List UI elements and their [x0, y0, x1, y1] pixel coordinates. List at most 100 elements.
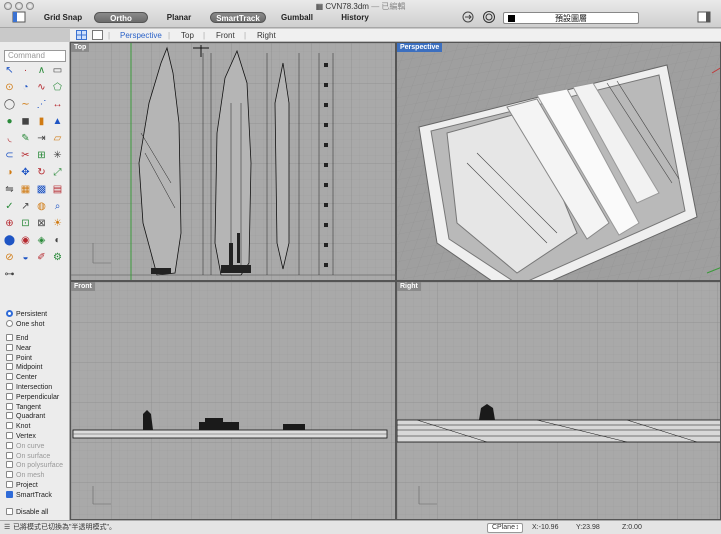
planar-button[interactable]: Planar — [163, 12, 195, 23]
grid-icon[interactable]: ▩ — [35, 183, 48, 196]
disable-all-option[interactable]: Disable all — [6, 508, 48, 518]
osnap-end[interactable]: End — [6, 334, 28, 344]
front-view-drawing — [71, 282, 395, 519]
circle-icon[interactable]: ⊙ — [3, 81, 16, 94]
layer-icon[interactable]: ▤ — [51, 183, 64, 196]
polyline-icon[interactable]: ∧ — [35, 64, 48, 77]
viewport-label-right[interactable]: Right — [397, 282, 421, 291]
top-viewport[interactable]: Top — [70, 42, 396, 281]
checkbox-icon — [6, 402, 13, 410]
osnap-near[interactable]: Near — [6, 343, 31, 354]
cone-icon[interactable]: ▲ — [51, 115, 64, 128]
dimension-icon[interactable]: ↔ — [51, 98, 64, 111]
explode-icon[interactable]: ✳ — [51, 149, 64, 162]
one-shot-option[interactable]: One shot — [6, 320, 44, 330]
tab-front[interactable]: Front — [216, 31, 235, 40]
gear-icon[interactable]: ⚙ — [51, 251, 64, 264]
color-icon[interactable]: ◐ — [51, 234, 64, 247]
osnap-vertex[interactable]: Vertex — [6, 432, 36, 442]
layer-dropdown[interactable]: 預設圖層 — [503, 12, 639, 24]
ortho-button[interactable]: Ortho — [94, 12, 148, 23]
sidebar-toggle-icon[interactable] — [12, 10, 26, 24]
tab-perspective[interactable]: Perspective — [120, 31, 162, 40]
select-arrow-icon[interactable]: ↖ — [3, 64, 16, 77]
zoom-icon[interactable]: ⌕ — [51, 200, 64, 213]
command-input[interactable]: Command — [4, 50, 66, 62]
rectangle-icon[interactable]: ▭ — [51, 64, 64, 77]
offset-icon[interactable]: ⊂ — [3, 149, 16, 162]
smarttrack-button[interactable]: SmartTrack — [210, 12, 266, 23]
coord-z: Z:0.00 — [622, 524, 642, 531]
camera-icon[interactable]: ⬤ — [3, 234, 16, 247]
boolean-icon[interactable]: ◑ — [3, 166, 16, 179]
scale-icon[interactable]: ⤢ — [51, 166, 64, 179]
record-history-icon[interactable] — [461, 10, 475, 24]
tab-right[interactable]: Right — [257, 31, 276, 40]
viewport-label-top[interactable]: Top — [71, 43, 90, 52]
ellipse-icon[interactable]: ◯ — [3, 98, 16, 111]
join-icon[interactable]: ⊞ — [35, 149, 48, 162]
align-icon[interactable]: ⊶ — [3, 268, 16, 281]
osnap-quadrant[interactable]: Quadrant — [6, 412, 45, 422]
extend-icon[interactable]: ⇥ — [35, 132, 48, 145]
front-viewport[interactable]: Front — [70, 281, 396, 520]
viewport-label-perspective[interactable]: Perspective — [397, 43, 443, 52]
zoom-window-icon[interactable]: ⊡ — [19, 217, 32, 230]
perspective-viewport[interactable]: Perspective — [396, 42, 721, 281]
osnap-smarttrack[interactable]: SmartTrack — [6, 490, 52, 501]
tab-top[interactable]: Top — [181, 31, 194, 40]
gumball-button[interactable]: Gumball — [280, 12, 314, 23]
zoom-extents-icon[interactable]: ⊠ — [35, 217, 48, 230]
pipette-icon[interactable]: ✐ — [35, 251, 48, 264]
box-icon[interactable]: ◼ — [19, 115, 32, 128]
grid-snap-button[interactable]: Grid Snap — [43, 12, 83, 23]
osnap-on-curve[interactable]: On curve — [6, 441, 44, 452]
osnap-perpendicular[interactable]: Perpendicular — [6, 392, 59, 403]
viewport-label-front[interactable]: Front — [71, 282, 95, 291]
cylinder-icon[interactable]: ▮ — [35, 115, 48, 128]
curve-edit-icon[interactable]: ⋰ — [35, 98, 48, 111]
split-icon[interactable]: ✂ — [19, 149, 32, 162]
globe-icon[interactable]: ⊘ — [3, 251, 16, 264]
right-viewport[interactable]: Right — [396, 281, 721, 520]
osnap-on-surface[interactable]: On surface — [6, 451, 50, 462]
osnap-project[interactable]: Project — [6, 481, 38, 491]
sphere-icon[interactable]: ● — [3, 115, 16, 128]
menu-icon[interactable]: ☰ — [4, 521, 10, 534]
zoom-in-icon[interactable]: ⊕ — [3, 217, 16, 230]
plane-icon[interactable]: ▱ — [51, 132, 64, 145]
osnap-tangent[interactable]: Tangent — [6, 402, 41, 413]
single-viewport-icon[interactable] — [92, 30, 103, 40]
four-viewport-icon[interactable] — [76, 30, 87, 40]
cplane-dropdown[interactable]: CPlane ↕ — [487, 523, 523, 533]
point-icon[interactable]: · — [19, 64, 32, 77]
render-icon[interactable]: ◍ — [35, 200, 48, 213]
fillet-icon[interactable]: ◟ — [3, 132, 16, 145]
move-icon[interactable]: ✥ — [19, 166, 32, 179]
mirror-icon[interactable]: ⇋ — [3, 183, 16, 196]
curve-icon[interactable]: ∿ — [35, 81, 48, 94]
osnap-intersection[interactable]: Intersection — [6, 383, 52, 393]
history-button[interactable]: History — [340, 12, 370, 23]
osnap-center[interactable]: Center — [6, 373, 37, 383]
panel-toggle-icon[interactable] — [697, 10, 711, 24]
osnap-midpoint[interactable]: Midpoint — [6, 363, 42, 373]
osnap-point[interactable]: Point — [6, 353, 32, 364]
array-icon[interactable]: ▦ — [19, 183, 32, 196]
lock-icon[interactable]: ◈ — [35, 234, 48, 247]
check-icon[interactable]: ✓ — [3, 200, 16, 213]
persistent-option[interactable]: Persistent — [6, 310, 47, 320]
osnap-on-polysurface[interactable]: On polysurface — [6, 461, 63, 471]
cursor-icon[interactable]: ↗ — [19, 200, 32, 213]
sphere-shade-icon[interactable]: ◒ — [19, 251, 32, 264]
osnap-on-mesh[interactable]: On mesh — [6, 471, 44, 481]
polygon-icon[interactable]: ⬠ — [51, 81, 64, 94]
eye-icon[interactable]: ◉ — [19, 234, 32, 247]
rotate-icon[interactable]: ↻ — [35, 166, 48, 179]
arc-icon[interactable]: ◔ — [19, 81, 32, 94]
paint-icon[interactable]: ✎ — [19, 132, 32, 145]
light-icon[interactable]: ☀ — [51, 217, 64, 230]
target-icon[interactable] — [482, 10, 496, 24]
osnap-knot[interactable]: Knot — [6, 422, 30, 432]
freeform-icon[interactable]: ∼ — [19, 98, 32, 111]
